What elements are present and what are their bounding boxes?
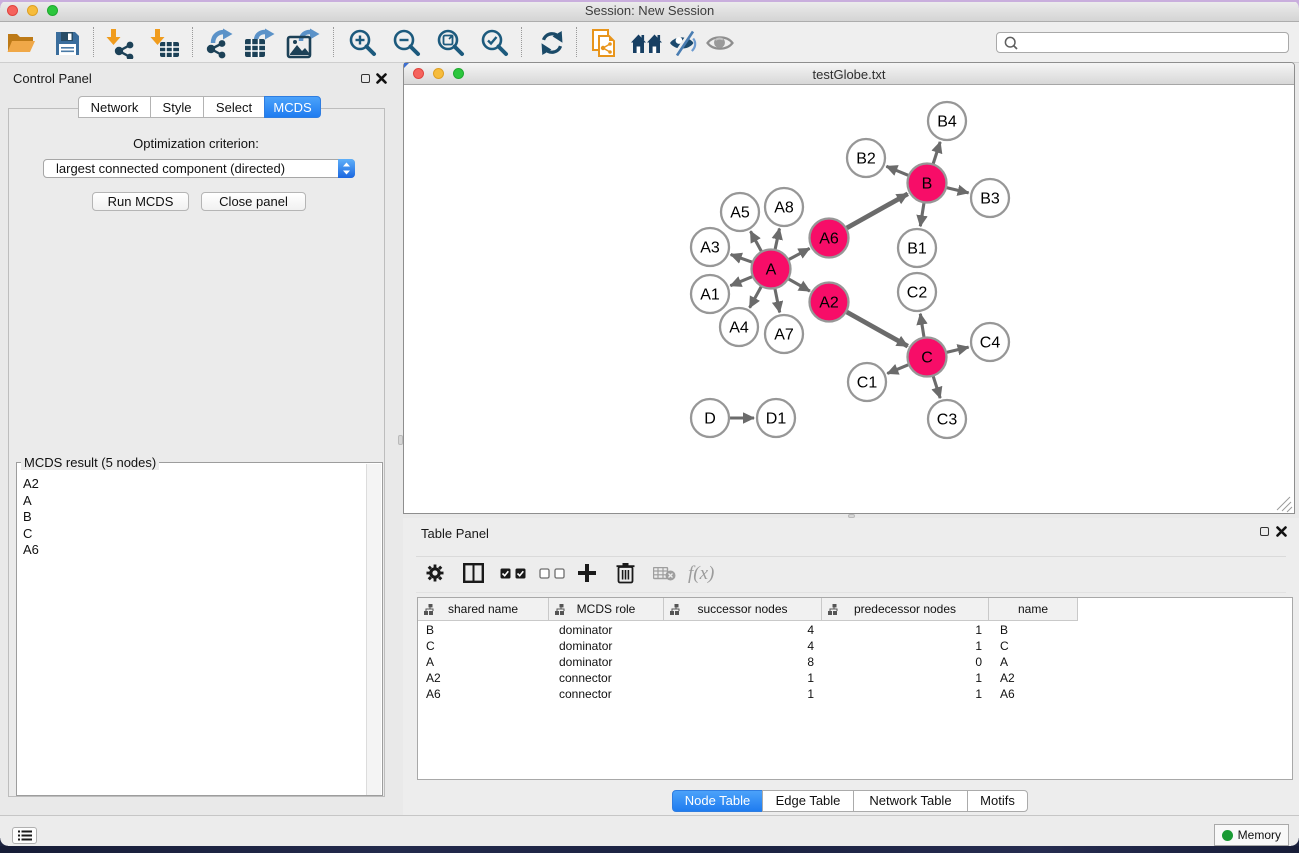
svg-text:A4: A4 bbox=[729, 320, 749, 337]
svg-text:A1: A1 bbox=[700, 287, 720, 304]
svg-text:A: A bbox=[766, 262, 777, 279]
svg-text:f(x): f(x) bbox=[688, 563, 714, 584]
svg-text:B: B bbox=[922, 176, 933, 193]
svg-text:A2: A2 bbox=[819, 295, 839, 312]
svg-text:C1: C1 bbox=[857, 375, 878, 392]
svg-text:B4: B4 bbox=[937, 114, 957, 131]
svg-text:A3: A3 bbox=[700, 240, 720, 257]
svg-text:A7: A7 bbox=[774, 327, 794, 344]
svg-text:A6: A6 bbox=[819, 231, 839, 248]
svg-text:D1: D1 bbox=[766, 411, 787, 428]
svg-text:C: C bbox=[921, 350, 933, 367]
svg-text:B3: B3 bbox=[980, 191, 1000, 208]
svg-text:B1: B1 bbox=[907, 241, 927, 258]
svg-text:A8: A8 bbox=[774, 200, 794, 217]
svg-text:A5: A5 bbox=[730, 205, 750, 222]
svg-text:B2: B2 bbox=[856, 151, 876, 168]
svg-text:D: D bbox=[704, 411, 716, 428]
svg-text:C2: C2 bbox=[907, 285, 928, 302]
svg-text:C4: C4 bbox=[980, 335, 1001, 352]
svg-text:C3: C3 bbox=[937, 412, 958, 429]
